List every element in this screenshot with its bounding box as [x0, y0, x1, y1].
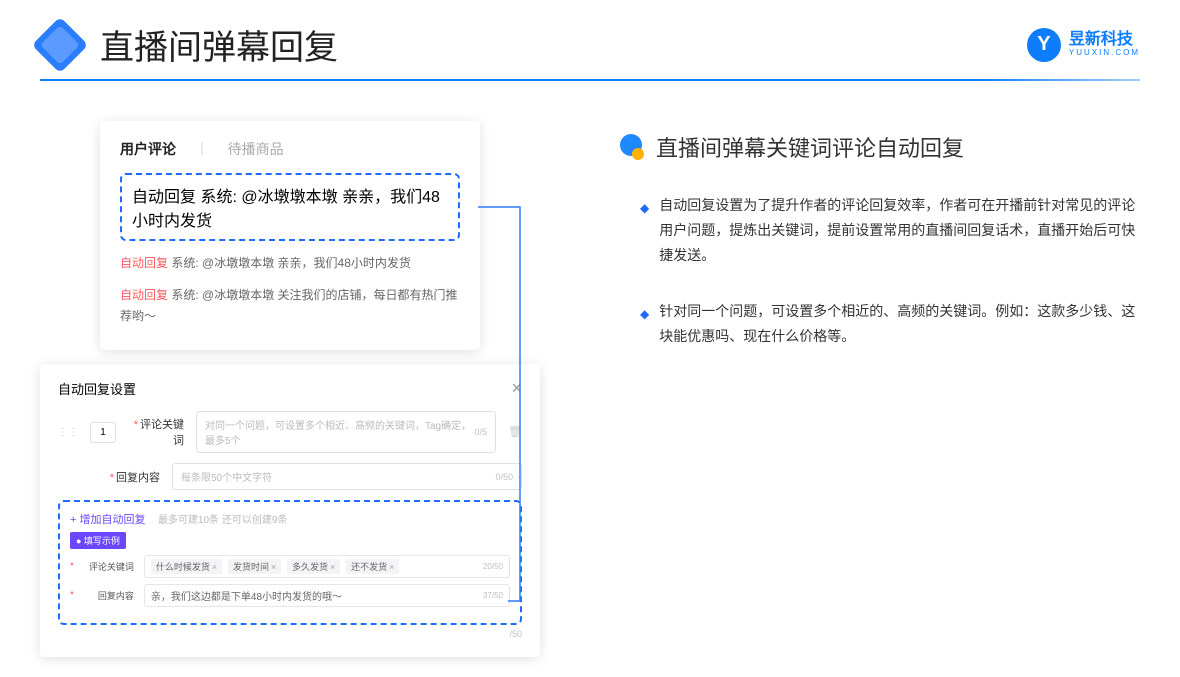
comment-row: 自动回复 系统: @冰墩墩本墩 关注我们的店铺，每日都有热门推荐哟～ — [120, 279, 460, 332]
highlighted-comment: 自动回复 系统: @冰墩墩本墩 亲亲，我们48小时内发货 — [120, 173, 460, 241]
comment-panel: 用户评论 | 待播商品 自动回复 系统: @冰墩墩本墩 亲亲，我们48小时内发货… — [100, 121, 480, 350]
example-content-row: *回复内容 亲，我们这边都是下单48小时内发货的哦～ 37/50 — [70, 584, 510, 607]
order-number: 1 — [90, 422, 116, 443]
example-keyword-row: *评论关键词 什么时候发货 发货时间 多久发货 还不发货 20/50 — [70, 555, 510, 578]
keyword-tag[interactable]: 什么时候发货 — [151, 559, 222, 574]
content-label: *回复内容 — [104, 469, 160, 485]
brand-block: Y 昱新科技 YUUXIN.COM — [1027, 28, 1140, 62]
keyword-tag[interactable]: 还不发货 — [346, 559, 399, 574]
comment-prefix: 系统: — [171, 288, 202, 302]
comment-text: @冰墩墩本墩 亲亲，我们48小时内发货 — [202, 256, 411, 270]
outer-counter: /50 — [58, 629, 522, 639]
page-header: 直播间弹幕回复 Y 昱新科技 YUUXIN.COM — [0, 0, 1180, 79]
header-divider — [40, 79, 1140, 81]
reply-content-row: *回复内容 每条限50个中文字符 0/50 — [58, 463, 522, 490]
auto-reply-settings-panel: 自动回复设置 × ⋮⋮ 1 *评论关键词 对同一个问题，可设置多个相近、高频的关… — [40, 364, 540, 657]
comment-prefix: 系统: — [200, 189, 241, 206]
auto-reply-tag: 自动回复 — [132, 189, 196, 206]
close-icon[interactable]: × — [511, 378, 522, 399]
add-hint: 最多可建10条 还可以创建9条 — [158, 515, 287, 526]
drag-handle-icon[interactable]: ⋮⋮ — [58, 427, 78, 438]
page-title: 直播间弹幕回复 — [100, 20, 338, 69]
brand-name-en: YUUXIN.COM — [1069, 49, 1140, 58]
example-badge: ● 填写示例 — [70, 532, 126, 549]
bullet-point: ◆ 针对同一个问题，可设置多个相近的、高频的关键词。例如：这款多少钱、这块能优惠… — [620, 299, 1140, 349]
content-input[interactable]: 每条限50个中文字符 0/50 — [172, 463, 522, 490]
explanation-panel: 直播间弹幕关键词评论自动回复 ◆ 自动回复设置为了提升作者的评论回复效率，作者可… — [620, 121, 1140, 657]
keyword-tag[interactable]: 发货时间 — [228, 559, 281, 574]
comment-prefix: 系统: — [171, 256, 202, 270]
trash-icon[interactable]: 🗑 — [508, 425, 522, 439]
tab-user-comments[interactable]: 用户评论 — [120, 139, 176, 159]
bullet-point: ◆ 自动回复设置为了提升作者的评论回复效率，作者可在开播前针对常见的评论用户问题… — [620, 193, 1140, 269]
example-keyword-pills: 什么时候发货 发货时间 多久发货 还不发货 20/50 — [144, 555, 510, 578]
panel-title: 自动回复设置 — [58, 379, 136, 398]
auto-reply-tag: 自动回复 — [120, 288, 168, 302]
section-title: 直播间弹幕关键词评论自动回复 — [656, 131, 964, 163]
brand-logo-icon: Y — [1027, 28, 1061, 62]
example-content-input: 亲，我们这边都是下单48小时内发货的哦～ 37/50 — [144, 584, 510, 607]
screenshot-mockups: 用户评论 | 待播商品 自动回复 系统: @冰墩墩本墩 亲亲，我们48小时内发货… — [40, 121, 580, 657]
brand-name-cn: 昱新科技 — [1069, 31, 1140, 49]
tab-bar: 用户评论 | 待播商品 — [120, 139, 460, 159]
keyword-input[interactable]: 对同一个问题，可设置多个相近、高频的关键词，Tag确定，最多5个 0/5 — [196, 411, 496, 453]
diamond-icon: ◆ — [640, 198, 649, 269]
cube-icon — [32, 16, 89, 73]
example-highlight: + 增加自动回复 最多可建10条 还可以创建9条 ● 填写示例 *评论关键词 什… — [58, 500, 522, 625]
auto-reply-tag: 自动回复 — [120, 256, 168, 270]
comment-row: 自动回复 系统: @冰墩墩本墩 亲亲，我们48小时内发货 — [120, 247, 460, 279]
keyword-tag[interactable]: 多久发货 — [287, 559, 340, 574]
add-auto-reply-link[interactable]: + 增加自动回复 — [70, 514, 145, 526]
tab-pending-goods[interactable]: 待播商品 — [228, 139, 284, 159]
keyword-label: *评论关键词 — [128, 416, 184, 448]
bubble-icon — [620, 134, 646, 160]
keyword-row: ⋮⋮ 1 *评论关键词 对同一个问题，可设置多个相近、高频的关键词，Tag确定，… — [58, 411, 522, 453]
diamond-icon: ◆ — [640, 304, 649, 349]
